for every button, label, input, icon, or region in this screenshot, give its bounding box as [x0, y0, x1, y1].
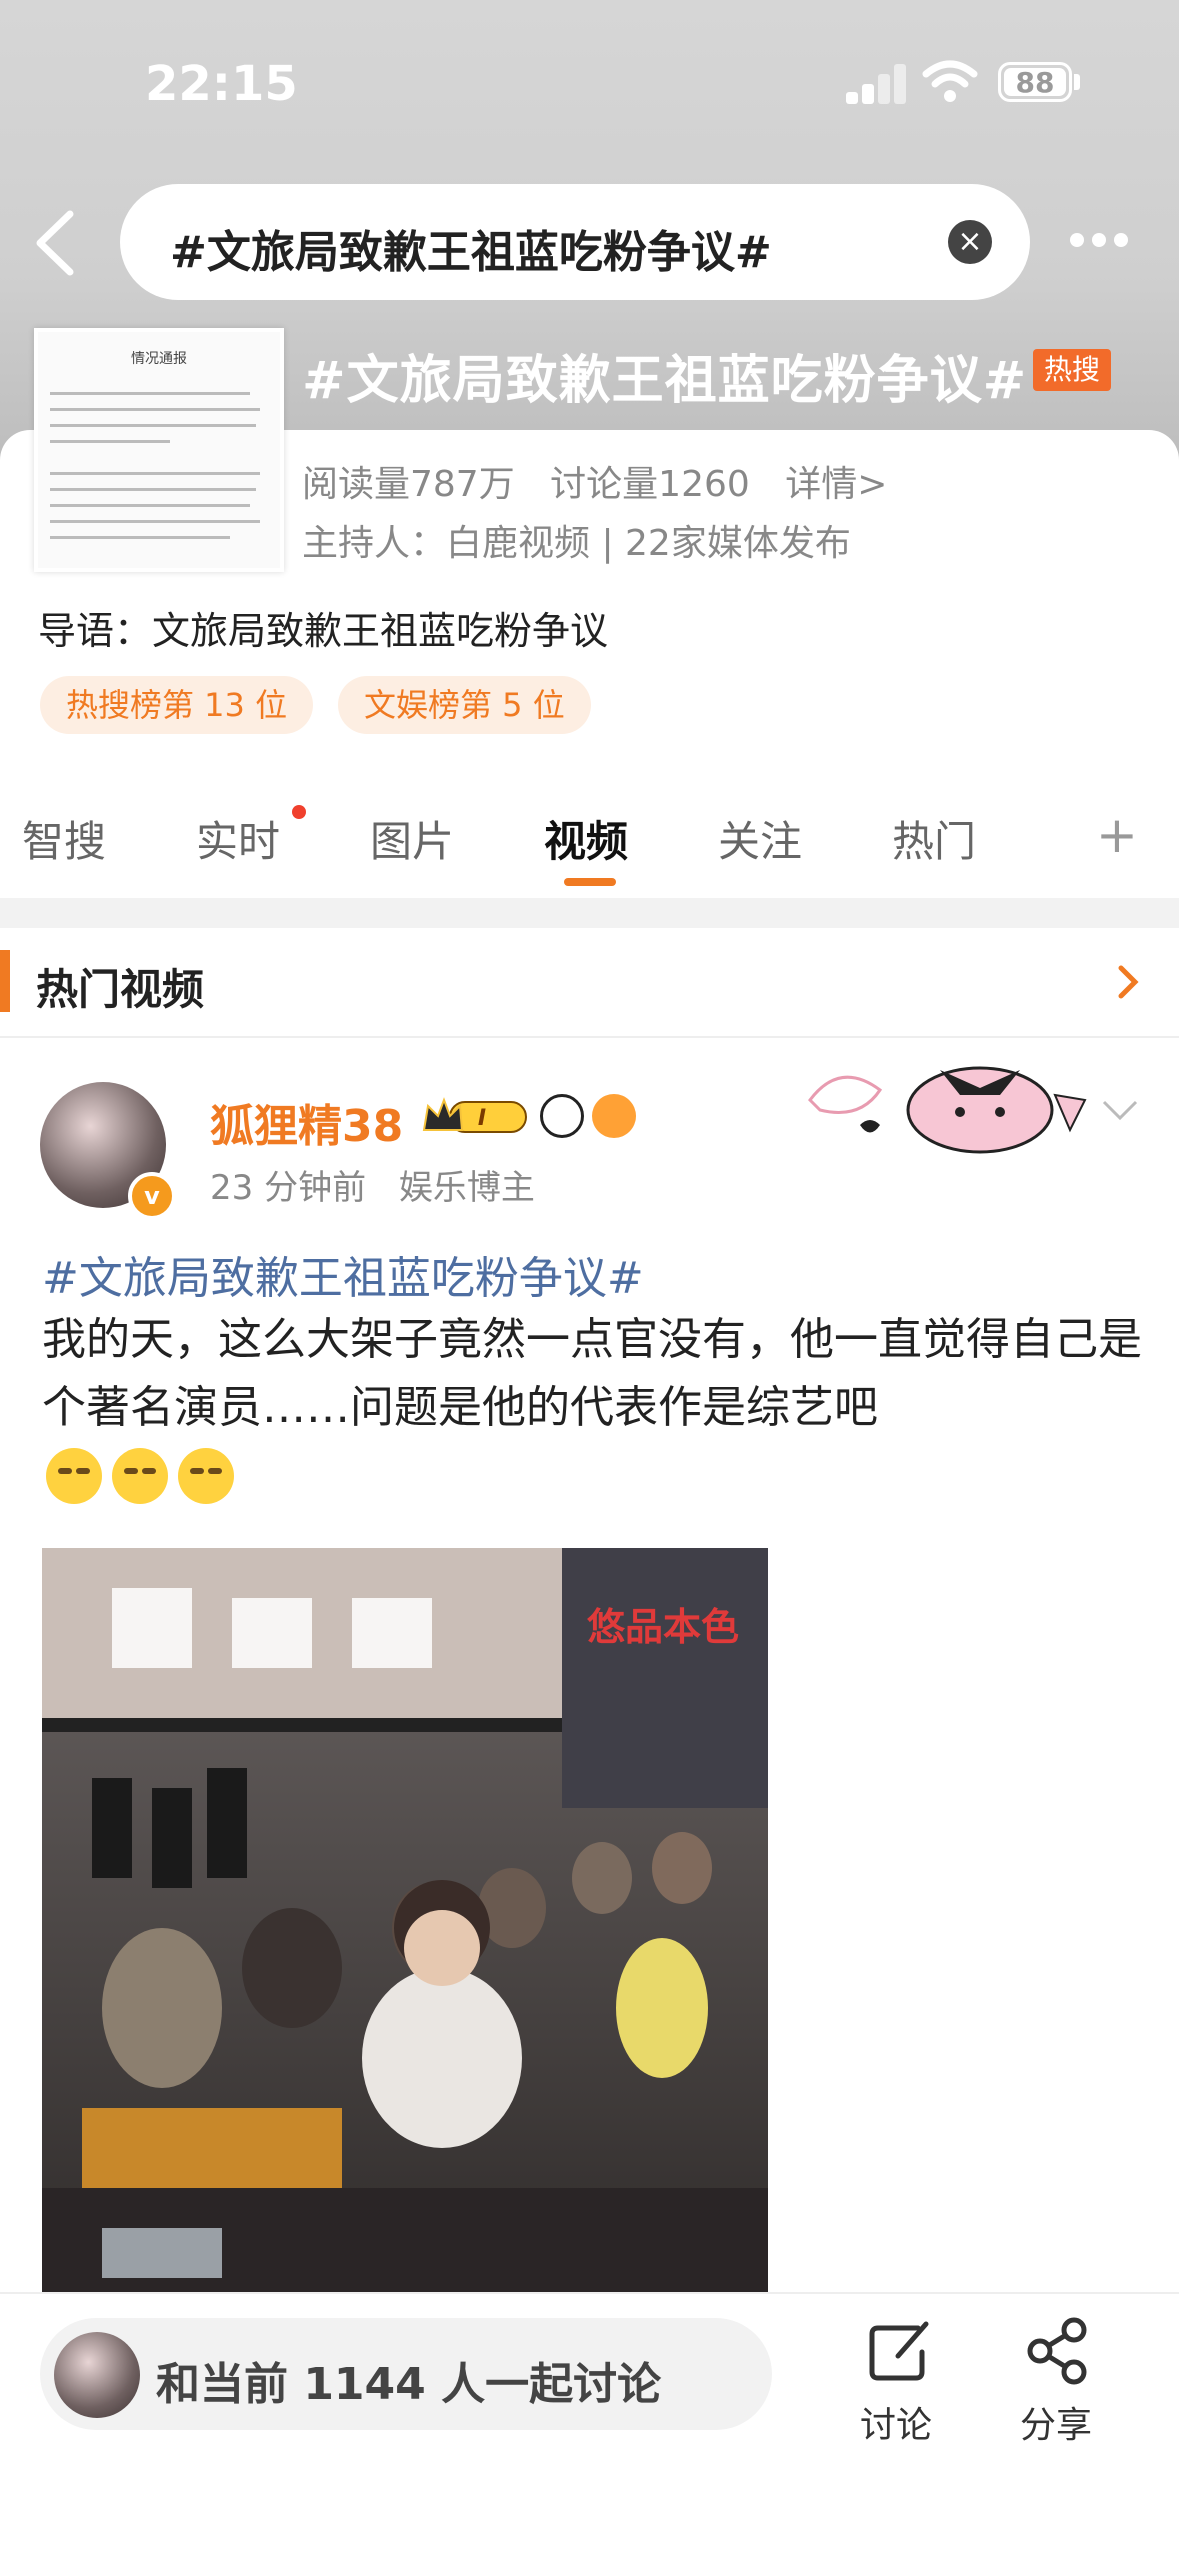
- search-query: #文旅局致歉王祖蓝吃粉争议#: [170, 227, 772, 278]
- tab-following[interactable]: 关注: [718, 808, 802, 869]
- topic-stats: 阅读量787万 讨论量1260 详情>: [302, 455, 911, 507]
- clear-search-icon[interactable]: ×: [948, 220, 992, 264]
- hot-badge: 热搜: [1033, 349, 1111, 391]
- tab-smart-search[interactable]: 智搜: [22, 808, 106, 869]
- cellular-signal-icon: [846, 62, 906, 104]
- chevron-down-icon[interactable]: [1100, 1098, 1140, 1122]
- avatar: [54, 2332, 140, 2418]
- join-discussion-prompt: 和当前 1144 人一起讨论: [156, 2359, 662, 2410]
- post-time: 23 分钟前: [210, 1168, 367, 1208]
- thumb-title: 情况通报: [131, 351, 187, 367]
- post-meta: 23 分钟前 娱乐博主: [210, 1160, 557, 1209]
- fish-icon: [592, 1094, 636, 1138]
- post-hashtag[interactable]: #文旅局致歉王祖蓝吃粉争议#: [42, 1242, 644, 1306]
- details-link[interactable]: 详情>: [785, 464, 887, 505]
- vip-crown-icon: I: [422, 1097, 527, 1133]
- share-icon[interactable]: [1020, 2314, 1094, 2388]
- new-content-dot: [292, 805, 306, 819]
- topic-thumbnail[interactable]: 情况通报: [34, 328, 284, 572]
- comment-edit-icon[interactable]: [862, 2314, 936, 2388]
- tab-bar: 智搜 实时 图片 视频 关注 热门: [0, 800, 1179, 890]
- comment-label[interactable]: 讨论: [860, 2396, 932, 2448]
- wifi-icon: [922, 60, 978, 102]
- discussion-count: 讨论量1260: [550, 464, 750, 505]
- share-label[interactable]: 分享: [1020, 2396, 1092, 2448]
- smirk-emoji-icon: [112, 1448, 168, 1504]
- section-title: 热门视频: [36, 965, 205, 1014]
- tab-images[interactable]: 图片: [370, 808, 454, 869]
- section-accent-bar: [0, 950, 10, 1012]
- smirk-emoji-icon: [46, 1448, 102, 1504]
- more-options-icon[interactable]: [1070, 232, 1136, 251]
- topic-host: 主持人：白鹿视频 | 22家媒体发布: [302, 523, 851, 564]
- topic-intro: 导语：文旅局致歉王祖蓝吃粉争议: [38, 609, 609, 653]
- read-count: 阅读量787万: [302, 464, 515, 505]
- user-role: 娱乐博主: [398, 1168, 535, 1208]
- search-input[interactable]: #文旅局致歉王祖蓝吃粉争议# ×: [120, 184, 1030, 300]
- active-tab-indicator: [564, 878, 616, 886]
- back-arrow-icon[interactable]: [30, 210, 80, 276]
- status-time: 22:15: [145, 56, 298, 112]
- add-tab-icon[interactable]: +: [1096, 806, 1138, 864]
- section-gap: [0, 898, 1179, 928]
- battery-level: 88: [1004, 66, 1066, 99]
- battery-cap: [1074, 74, 1080, 90]
- topic-title: #文旅局致歉王祖蓝吃粉争议#: [302, 351, 1028, 411]
- video-thumbnail[interactable]: 悠品本色: [42, 1548, 768, 2298]
- smirk-emoji-icon: [178, 1448, 234, 1504]
- divider: [0, 1036, 1179, 1038]
- battery-icon: 88: [998, 62, 1072, 102]
- verified-badge-icon: v: [128, 1172, 176, 1220]
- panda-icon: [540, 1094, 584, 1138]
- decorative-sticker-icon: [808, 1066, 1087, 1154]
- join-discussion-input[interactable]: 和当前 1144 人一起讨论: [40, 2318, 772, 2430]
- post-text: 我的天，这么大架子竟然一点官没有，他一直觉得自己是个著名演员……问题是他的代表作…: [42, 1314, 1142, 1433]
- tab-video[interactable]: 视频: [544, 808, 628, 869]
- tab-realtime[interactable]: 实时: [196, 808, 280, 869]
- entertainment-rank-tag[interactable]: 文娱榜第 5 位: [338, 676, 591, 734]
- tab-hot[interactable]: 热门: [892, 808, 976, 869]
- chevron-right-icon[interactable]: [1116, 964, 1140, 1000]
- username[interactable]: 狐狸精38: [210, 1090, 403, 1154]
- video-store-sign: 悠品本色: [587, 1607, 739, 1649]
- vip-level: I: [478, 1106, 486, 1131]
- hot-search-rank-tag[interactable]: 热搜榜第 13 位: [40, 676, 314, 734]
